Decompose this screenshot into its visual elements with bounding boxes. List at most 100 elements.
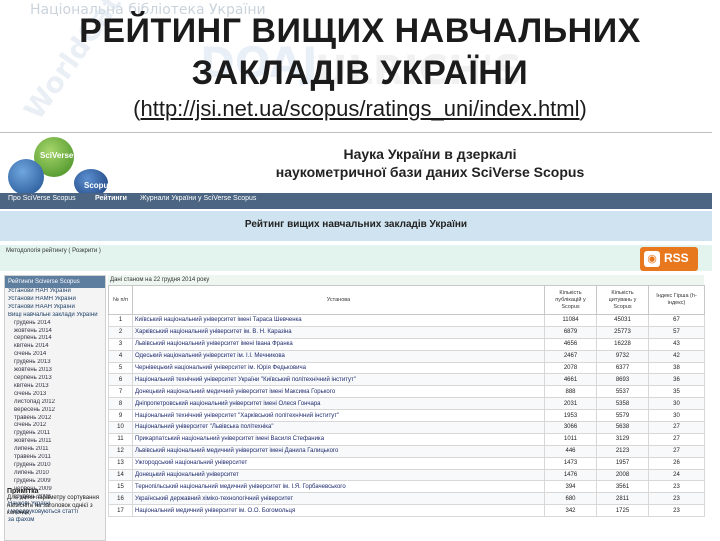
h-index-cell: 35 (648, 385, 705, 399)
table-body: 1 Київський національний університет імен… (108, 314, 705, 518)
citations-cell: 5358 (596, 397, 649, 411)
sidebar-date-item[interactable]: квітень 2014 (5, 343, 105, 351)
institution-link[interactable]: Тернопільський національний медичний уні… (132, 480, 545, 494)
sidebar-date-item[interactable]: квітень 2013 (5, 383, 105, 391)
publications-cell: 2031 (544, 397, 597, 411)
institution-link[interactable]: Львівський національний університет імен… (132, 337, 545, 351)
nav-journals[interactable]: Журнали України у SciVerse Scopus (140, 195, 256, 202)
institution-link[interactable]: Чернівецький національний університет ім… (132, 361, 545, 375)
rss-label: RSS (664, 251, 689, 265)
institution-link[interactable]: Ужгородський національний університет (132, 456, 545, 470)
table-row: 4 Одеський національний університет ім. І… (108, 349, 705, 363)
sidebar-date-item[interactable]: травень 2012 (5, 415, 105, 423)
row-number: 6 (108, 373, 133, 387)
sidebar-date-item[interactable]: жовтень 2013 (5, 367, 105, 375)
sidebar-date-item[interactable]: травень 2011 (5, 454, 105, 462)
institution-link[interactable]: Донецький національний університет (132, 468, 545, 482)
publications-cell: 2078 (544, 361, 597, 375)
institution-link[interactable]: Національний технічний університет Украї… (132, 373, 545, 387)
institution-link[interactable]: Національний технічний університет "Харк… (132, 409, 545, 423)
sidebar-date-item[interactable]: грудень 2009 (5, 478, 105, 486)
source-url-link[interactable]: http://jsi.net.ua/scopus/ratings_uni/ind… (140, 96, 579, 121)
citations-cell: 9732 (596, 349, 649, 363)
row-number: 2 (108, 325, 133, 339)
institution-link[interactable]: Харківський національний університет ім.… (132, 325, 545, 339)
publications-cell: 342 (544, 504, 597, 518)
institution-link[interactable]: Одеський національний університет ім. І.… (132, 349, 545, 363)
table-row: 1 Київський національний університет імен… (108, 314, 705, 327)
nav-ratings[interactable]: Рейтинги (95, 195, 127, 202)
sidebar-date-item[interactable]: грудень 2011 (5, 430, 105, 438)
sidebar-date-item[interactable]: жовтень 2011 (5, 438, 105, 446)
institution-link[interactable]: Національний медичний університет ім. О.… (132, 504, 545, 518)
sidebar-date-item[interactable]: листопад 2012 (5, 399, 105, 407)
institution-link[interactable]: Національний університет "Львівська полі… (132, 421, 545, 434)
h-index-cell: 23 (648, 504, 705, 518)
citations-cell: 45031 (596, 314, 649, 327)
methodology-bar: Методологія рейтингу ( Розкрити ) (0, 245, 712, 271)
citations-cell: 1725 (596, 504, 649, 518)
sidebar-link[interactable]: Установи НАМН України (5, 296, 105, 304)
institution-link[interactable]: Київський національний університет імені… (132, 314, 545, 327)
institution-link[interactable]: Прикарпатський національний університет … (132, 432, 545, 446)
publications-cell: 888 (544, 385, 597, 399)
publications-cell: 394 (544, 480, 597, 494)
row-number: 1 (108, 314, 133, 327)
sidebar-link[interactable]: Установи НАН України (5, 288, 105, 296)
sidebar-date-item[interactable]: серпень 2013 (5, 375, 105, 383)
citations-cell: 5638 (596, 421, 649, 434)
note-title: Примітка (7, 488, 39, 495)
h-index-cell: 24 (648, 468, 705, 482)
institution-link[interactable]: Донецький національний медичний універси… (132, 385, 545, 399)
sidebar-date-item[interactable]: липень 2011 (5, 446, 105, 454)
citations-cell: 6377 (596, 361, 649, 375)
sidebar-date-item[interactable]: вересень 2012 (5, 407, 105, 415)
h-index-cell: 26 (648, 456, 705, 470)
blue-circle-icon (8, 159, 44, 195)
row-number: 7 (108, 385, 133, 399)
table-row: 12 Львівський національний медичний уніве… (108, 444, 705, 458)
col-citations[interactable]: Кількість цитувань у Scopus (596, 285, 649, 315)
h-index-cell: 36 (648, 373, 705, 387)
h-index-cell: 42 (648, 349, 705, 363)
row-number: 5 (108, 361, 133, 375)
table-row: 10 Національний університет "Львівська по… (108, 421, 705, 434)
sidebar-date-item[interactable]: січень 2014 (5, 351, 105, 359)
h-index-cell: 23 (648, 492, 705, 506)
ratings-table-wrap: Дані станом на 22 грудня 2014 року № п/п… (108, 275, 705, 541)
publications-cell: 1476 (544, 468, 597, 482)
publications-cell: 4656 (544, 337, 597, 351)
sciverse-scopus-logo[interactable]: SciVerse Scopus (4, 137, 114, 197)
institution-link[interactable]: Український державний хіміко-технологічн… (132, 492, 545, 506)
nav-about[interactable]: Про SciVerse Scopus (8, 195, 76, 202)
institution-link[interactable]: Дніпропетровський національний університ… (132, 397, 545, 411)
rss-button[interactable]: ◉ RSS (640, 247, 698, 271)
col-number[interactable]: № п/п (108, 285, 133, 315)
sidebar-date-item[interactable]: грудень 2014 (5, 320, 105, 328)
sidebar-date-item[interactable]: січень 2012 (5, 422, 105, 430)
sidebar-bottom-link[interactable]: за фахом (5, 517, 105, 525)
citations-cell: 8693 (596, 373, 649, 387)
methodology-toggle[interactable]: Методологія рейтингу ( Розкрити ) (6, 248, 101, 254)
sidebar-date-item[interactable]: січень 2013 (5, 391, 105, 399)
sidebar-header: Рейтинги Sciverse Scopus (5, 276, 105, 288)
logo-label-sciverse: SciVerse (40, 151, 74, 160)
citations-cell: 2008 (596, 468, 649, 482)
sidebar-date-item[interactable]: грудень 2010 (5, 462, 105, 470)
sidebar-link[interactable]: Вищі навчальні заклади України (5, 312, 105, 320)
col-publications[interactable]: Кількість публікацій у Scopus (544, 285, 597, 315)
sidebar-date-item[interactable]: жовтень 2014 (5, 328, 105, 336)
col-h-index[interactable]: Індекс Гірша (h-індекс) (648, 285, 705, 315)
col-institution[interactable]: Установа (132, 285, 545, 315)
table-row: 2 Харківський національний університет ім… (108, 325, 705, 339)
sidebar-date-item[interactable]: липень 2010 (5, 470, 105, 478)
h-index-cell: 43 (648, 337, 705, 351)
row-number: 17 (108, 504, 133, 518)
sidebar-date-item[interactable]: серпень 2014 (5, 335, 105, 343)
sidebar-date-item[interactable]: грудень 2013 (5, 359, 105, 367)
sidebar-link[interactable]: Установи НААН України (5, 304, 105, 312)
institution-link[interactable]: Львівський національний медичний універс… (132, 444, 545, 458)
row-number: 14 (108, 468, 133, 482)
table-row: 15 Тернопільський національний медичний у… (108, 480, 705, 494)
h-index-cell: 23 (648, 480, 705, 494)
